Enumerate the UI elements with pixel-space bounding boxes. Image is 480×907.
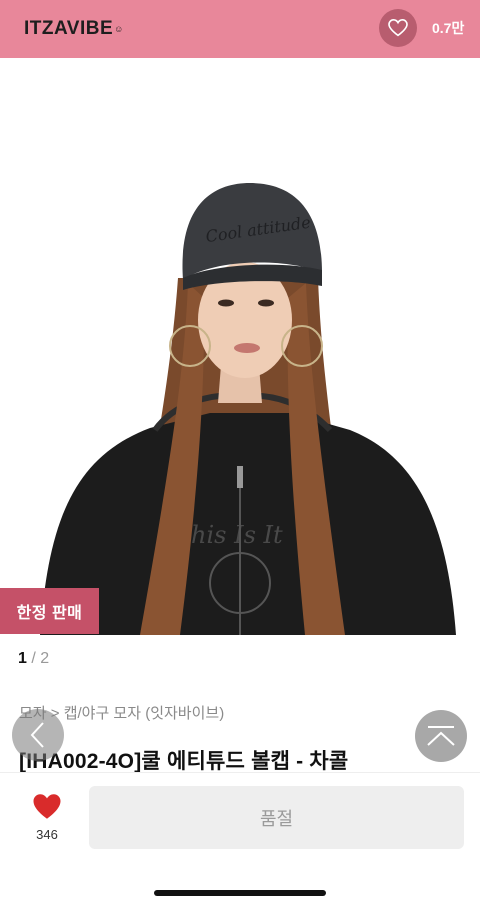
pager-separator: / xyxy=(31,650,36,667)
like-count: 346 xyxy=(36,827,58,842)
scroll-top-button[interactable] xyxy=(415,710,467,762)
brand-name: ITZAVIBE xyxy=(24,18,114,39)
image-pager: 1 / 2 xyxy=(18,650,49,668)
pager-total: 2 xyxy=(40,650,50,667)
chevron-left-icon xyxy=(30,722,44,748)
bottom-action-bar: 346 품절 xyxy=(0,772,480,907)
chevron-up-icon xyxy=(427,726,455,746)
brand-mark-icon: ☺ xyxy=(114,24,124,34)
heart-outline-icon xyxy=(388,19,408,37)
wishlist-button[interactable] xyxy=(379,9,417,47)
pager-current: 1 xyxy=(18,650,27,667)
prev-button[interactable] xyxy=(12,709,64,761)
like-button[interactable]: 346 xyxy=(26,793,68,842)
product-title: [IHA002-4O]쿨 에티튜드 볼캡 - 차콜 xyxy=(19,750,349,773)
home-indicator xyxy=(154,890,326,896)
wishlist-count: 0.7만 xyxy=(432,20,465,36)
soldout-button[interactable]: 품절 xyxy=(89,786,464,849)
brand-logo[interactable]: ITZAVIBE ☺ xyxy=(24,18,124,40)
heart-filled-icon xyxy=(33,794,61,819)
product-image[interactable]: This Is It Cool attitude xyxy=(0,58,480,635)
app-header: ITZAVIBE ☺ 0.7만 xyxy=(0,0,480,58)
product-photo-illustration: This Is It Cool attitude xyxy=(0,58,480,635)
limited-sale-badge: 한정 판매 xyxy=(0,588,99,634)
